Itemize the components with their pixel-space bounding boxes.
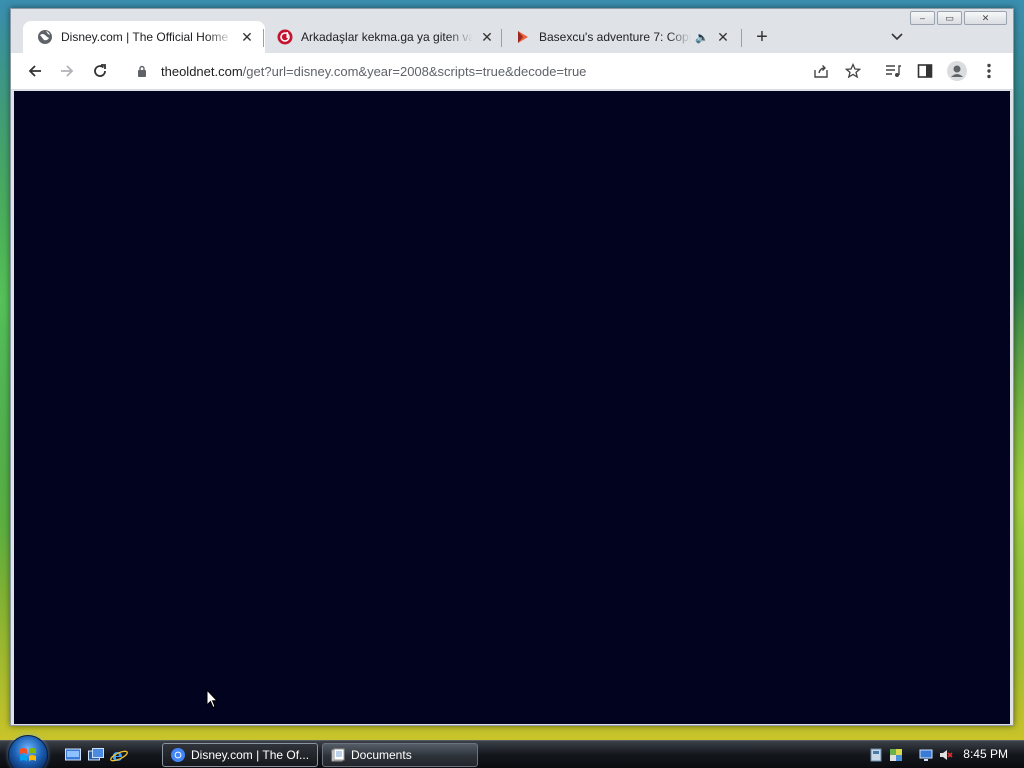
url-path: /get?url=disney.com&year=2008&scripts=tr… xyxy=(242,63,587,79)
taskbar-item-label: Documents xyxy=(351,748,412,762)
side-panel-icon xyxy=(917,64,933,78)
lock-icon[interactable] xyxy=(137,65,151,77)
media-controls-button[interactable] xyxy=(881,59,905,83)
tab-basexcu[interactable]: Basexcu's adventure 7: Copp 🔈 ✕ xyxy=(501,21,741,53)
bookmark-button[interactable] xyxy=(841,59,865,83)
tab-separator xyxy=(741,29,742,47)
mouse-cursor-icon xyxy=(206,688,219,712)
star-icon xyxy=(845,63,861,79)
menu-button[interactable] xyxy=(977,59,1001,83)
tab-strip: Disney.com | The Official Home P ✕ Arkad… xyxy=(11,9,1013,53)
tab-close-icon[interactable]: ✕ xyxy=(715,29,731,45)
audio-playing-icon[interactable]: 🔈 xyxy=(695,31,709,44)
new-tab-button[interactable]: + xyxy=(751,26,773,48)
tab-disney[interactable]: Disney.com | The Official Home P ✕ xyxy=(23,21,265,53)
share-icon xyxy=(814,65,828,78)
volume-muted-icon[interactable] xyxy=(938,747,954,763)
reload-button[interactable] xyxy=(88,59,112,83)
globe-icon xyxy=(37,29,53,45)
reload-icon xyxy=(94,64,106,77)
close-window-button[interactable]: ✕ xyxy=(964,11,1007,25)
chrome-icon xyxy=(171,748,185,762)
switch-windows-icon[interactable] xyxy=(87,746,105,764)
side-panel-button[interactable] xyxy=(913,59,937,83)
media-queue-icon xyxy=(886,65,901,77)
network-status-icon[interactable] xyxy=(888,747,904,763)
play-icon xyxy=(515,29,531,45)
profile-button[interactable] xyxy=(945,59,969,83)
red-logo-icon xyxy=(277,29,293,45)
taskbar-clock[interactable]: 8:45 PM xyxy=(963,747,1008,761)
taskbar: e Disney.com | The Of... Documents 8:45 … xyxy=(0,735,1024,768)
forward-button[interactable] xyxy=(55,59,79,83)
tab-kekma[interactable]: Arkadaşlar kekma.ga ya giten var ✕ xyxy=(263,21,505,53)
kebab-menu-icon xyxy=(987,63,991,79)
safely-remove-hardware-icon[interactable] xyxy=(868,747,884,763)
back-button[interactable] xyxy=(23,59,47,83)
taskbar-item-label: Disney.com | The Of... xyxy=(191,748,310,762)
show-desktop-icon[interactable] xyxy=(64,746,82,764)
tab-title: Disney.com | The Official Home P xyxy=(61,30,233,44)
taskbar-item-browser[interactable]: Disney.com | The Of... xyxy=(162,743,318,767)
windows-logo-icon xyxy=(20,748,36,761)
display-icon[interactable] xyxy=(918,747,934,763)
window-controls: – ▭ ✕ xyxy=(910,11,1007,25)
tab-title: Basexcu's adventure 7: Copp xyxy=(539,30,691,44)
browser-toolbar: theoldnet.com/get?url=disney.com&year=20… xyxy=(11,53,1013,90)
maximize-button[interactable]: ▭ xyxy=(937,11,962,25)
url-text[interactable]: theoldnet.com/get?url=disney.com&year=20… xyxy=(161,64,586,79)
forward-arrow-icon xyxy=(61,65,74,77)
tab-title: Arkadaşlar kekma.ga ya giten var xyxy=(301,30,473,44)
internet-explorer-icon[interactable]: e xyxy=(110,746,128,764)
page-content[interactable] xyxy=(14,91,1010,724)
tab-close-icon[interactable]: ✕ xyxy=(239,29,255,45)
taskbar-item-documents[interactable]: Documents xyxy=(322,743,478,767)
url-host: theoldnet.com xyxy=(161,63,243,79)
back-arrow-icon xyxy=(28,65,41,77)
tab-close-icon[interactable]: ✕ xyxy=(479,29,495,45)
avatar-icon xyxy=(947,61,967,81)
tab-search-chevron-icon[interactable] xyxy=(887,27,907,47)
start-button[interactable] xyxy=(8,735,48,768)
folder-icon xyxy=(331,748,345,762)
minimize-button[interactable]: – xyxy=(910,11,935,25)
share-button[interactable] xyxy=(809,59,833,83)
browser-window: Disney.com | The Official Home P ✕ Arkad… xyxy=(10,8,1014,726)
